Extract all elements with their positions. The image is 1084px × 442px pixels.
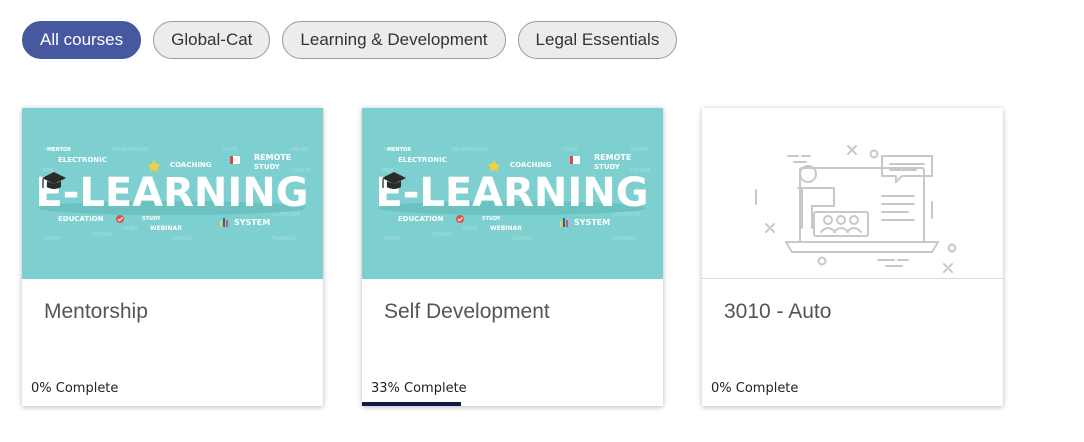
background-word: INFORMATION [112, 147, 147, 153]
course-card-mentorship[interactable]: MENTOR INFORMATION CLASS ONLINE STUDY LESSON S… [22, 108, 323, 406]
course-placeholder-illustration [755, 145, 957, 273]
course-card-self-development[interactable]: MENTOR INFORMATION CLASS ONLINE STUDY LESSON S… [362, 108, 663, 406]
course-title: Self Development [384, 300, 550, 323]
banner-word: REMOTE [594, 153, 631, 162]
progress-bar [702, 402, 1003, 406]
banner-word: EDUCATION [58, 215, 104, 223]
course-image: MENTOR INFORMATION CLASS ONLINE STUDY LESSON S… [22, 108, 323, 279]
check-badge-icon [116, 215, 124, 223]
course-title: Mentorship [44, 300, 148, 323]
background-word: STUDY [44, 236, 61, 242]
background-word: TRAINING [611, 236, 636, 242]
banner-word: STUDY [254, 163, 281, 171]
banner-headline: E-LEARNING [375, 170, 648, 216]
progress-bar [22, 402, 323, 406]
banner-word: ELECTRONIC [58, 156, 107, 164]
background-word: LESSON [432, 232, 452, 238]
banner-word: MENTOR [47, 147, 71, 153]
completion-status: 0% Complete [31, 381, 119, 396]
background-word: LESSON [92, 232, 112, 238]
banner-word: EDUCATION [398, 215, 444, 223]
banner-word: REMOTE [254, 153, 291, 162]
bar-chart-icon [220, 221, 222, 227]
banner-word: WEBINAR [150, 225, 182, 232]
course-title: 3010 - Auto [724, 300, 832, 323]
course-card-grid: MENTOR INFORMATION CLASS ONLINE STUDY LESSON S… [22, 108, 1003, 406]
filter-learning-development[interactable]: Learning & Development [282, 21, 506, 59]
background-word: STUDY [384, 236, 401, 242]
banner-word: WEBINAR [490, 225, 522, 232]
filter-legal-essentials[interactable]: Legal Essentials [517, 21, 678, 59]
check-badge-icon [456, 215, 464, 223]
background-word: SCHOOL [512, 236, 533, 242]
filter-global-cat[interactable]: Global-Cat [153, 21, 271, 59]
course-image [702, 108, 1003, 279]
progress-bar-fill [362, 402, 462, 406]
banner-word: STUDY [142, 216, 161, 222]
background-word: VIDEO [462, 226, 478, 232]
bar-chart-icon [560, 221, 562, 227]
elearning-banner-image: MENTOR INFORMATION CLASS ONLINE STUDY LESSON S… [35, 147, 310, 242]
course-card-3010-auto[interactable]: 3010 - Auto 0% Complete [702, 108, 1003, 406]
banner-headline: E-LEARNING [35, 170, 308, 216]
completion-status: 33% Complete [371, 381, 467, 396]
background-word: SCHOOL [172, 236, 193, 242]
filter-all-courses[interactable]: All courses [22, 21, 142, 59]
background-word: TRAINING [271, 236, 296, 242]
course-filter-bar: All courses Global-Cat Learning & Develo… [22, 21, 678, 59]
banner-word: COACHING [170, 161, 212, 169]
progress-bar [362, 402, 663, 406]
banner-word: MENTOR [387, 147, 411, 153]
banner-word: SYSTEM [234, 218, 270, 227]
background-word: ONLINE [630, 147, 649, 153]
background-word: ONLINE [290, 147, 309, 153]
banner-word: COACHING [510, 161, 552, 169]
banner-word: SYSTEM [574, 218, 610, 227]
banner-word: STUDY [482, 216, 501, 222]
banner-word: ELECTRONIC [398, 156, 447, 164]
elearning-banner-image: MENTOR INFORMATION CLASS ONLINE STUDY LESSON S… [375, 147, 650, 242]
course-image: MENTOR INFORMATION CLASS ONLINE STUDY LESSON S… [362, 108, 663, 279]
background-word: CLASS [562, 147, 578, 153]
background-word: VIDEO [122, 226, 138, 232]
banner-word: STUDY [594, 163, 621, 171]
background-word: INFORMATION [452, 147, 487, 153]
background-word: CLASS [222, 147, 238, 153]
completion-status: 0% Complete [711, 381, 799, 396]
